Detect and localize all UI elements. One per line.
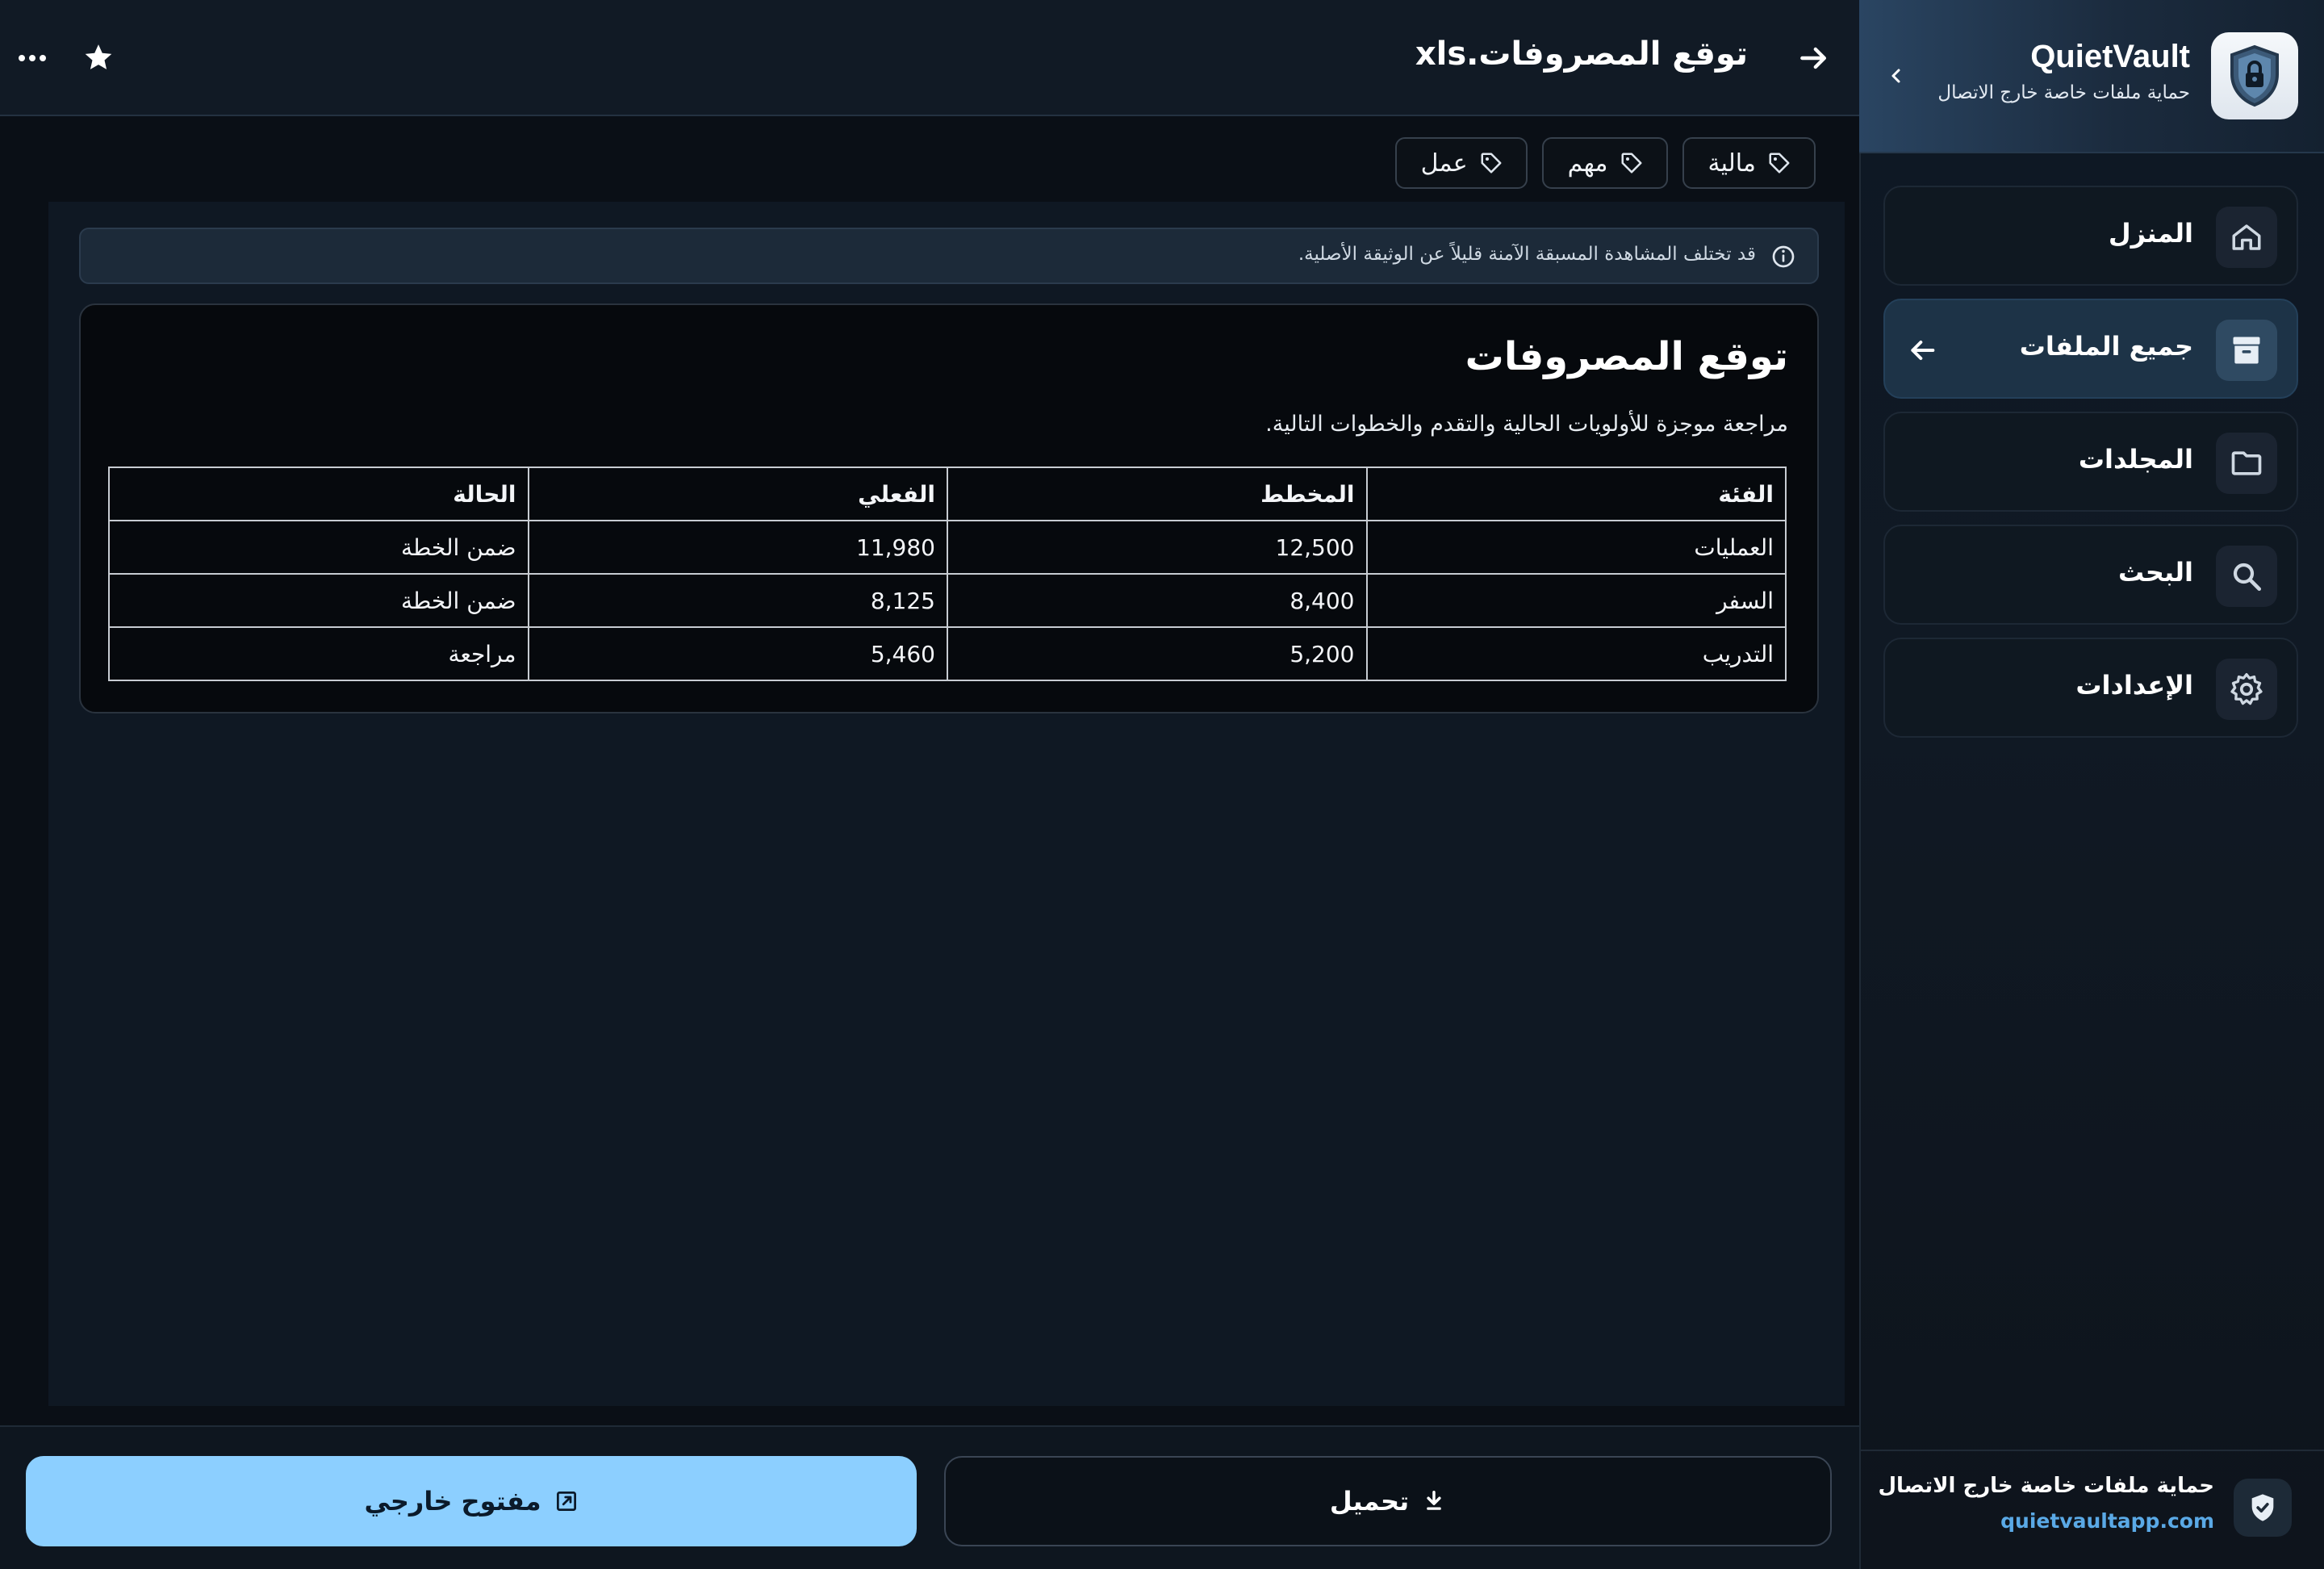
website-link[interactable]: quietvaultapp.com [2000,1509,2214,1533]
arrow-left-icon [1911,341,1935,360]
nav-icon-box [2216,207,2277,268]
table-cell: 8,125 [527,573,948,628]
sidebar-item-folders[interactable]: المجلدات [1883,412,2298,512]
document-subtitle: مراجعة موجزة للأولويات الحالية والتقدم و… [1265,412,1788,437]
download-label: تحميل [1329,1486,1410,1517]
brand-header: QuietVault حماية ملفات خاصة خارج الاتصال [1859,0,2324,153]
app-logo [2211,32,2298,119]
table-cell: 5,460 [527,626,948,681]
tag-icon [1481,153,1502,174]
sidebar-item-label: البحث [2118,557,2193,588]
nav-icon-box [2216,320,2277,381]
tag-label: مالية [1707,149,1757,178]
open-external-button[interactable]: مفتوح خارجي [26,1456,917,1546]
column-header: المخطط [947,467,1368,521]
sidebar-item-label: جميع الملفات [2019,331,2193,362]
archive-icon [2233,337,2260,364]
back-arrow-icon[interactable] [1796,40,1832,76]
document-card: توقع المصروفات مراجعة موجزة للأولويات ال… [79,303,1819,713]
footer-tagline: حماية ملفات خاصة خارج الاتصال [1878,1474,2214,1498]
footer-badge [2234,1479,2292,1537]
sidebar-item-label: الإعدادات [2075,670,2193,701]
gear-icon [2230,673,2263,705]
sidebar-item-home[interactable]: المنزل [1883,186,2298,286]
app-tagline: حماية ملفات خاصة خارج الاتصال [1937,82,2190,103]
column-header: الحالة [108,467,529,521]
table-row: العمليات 12,500 11,980 ضمن الخطة [108,520,1787,575]
nav-icon-box [2216,546,2277,607]
sidebar-footer: حماية ملفات خاصة خارج الاتصال quietvault… [1859,1450,2324,1569]
folder-icon [2231,451,2262,475]
nav-icon-box [2216,433,2277,494]
chevron-left-icon [1891,69,1900,83]
action-bar: تحميل مفتوح خارجي [0,1425,1859,1569]
top-bar: توقع المصروفات.xls [0,0,1859,116]
tag-icon [1621,153,1641,174]
expense-table: الفئة المخطط الفعلي الحالة العمليات 12,5… [108,467,1787,681]
tag-important[interactable]: مهم [1541,137,1668,189]
open-external-label: مفتوح خارجي [364,1486,541,1517]
table-cell: السفر [1365,573,1787,628]
download-button[interactable]: تحميل [944,1456,1832,1546]
tag-work[interactable]: عمل [1394,137,1528,189]
column-header: الفعلي [527,467,948,521]
column-header: الفئة [1365,467,1787,521]
nav-icon-box [2216,659,2277,720]
document-preview: قد تختلف المشاهدة المسبقة الآمنة قليلاً … [48,202,1845,1406]
file-title: توقع المصروفات.xls [1415,36,1748,73]
tag-label: مهم [1567,149,1608,178]
app-name: QuietVault [2030,39,2190,74]
table-cell: التدريب [1365,626,1787,681]
table-cell: 12,500 [947,520,1368,575]
table-cell: 8,400 [947,573,1368,628]
tag-icon [1769,153,1790,174]
tag-finance[interactable]: مالية [1682,137,1816,189]
document-title: توقع المصروفات [1465,334,1788,379]
shield-lock-icon [2230,44,2279,107]
table-cell: 5,200 [947,626,1368,681]
sidebar: QuietVault حماية ملفات خاصة خارج الاتصال… [1859,0,2324,1569]
download-icon [1427,1491,1441,1510]
table-cell: 11,980 [527,520,948,575]
table-cell: مراجعة [108,626,529,681]
shield-check-icon [2251,1494,2274,1521]
sidebar-item-search[interactable]: البحث [1883,525,2298,625]
info-icon [1772,245,1795,268]
sidebar-nav: المنزل جميع الملفات المجلدات البحث الإعد… [1883,186,2298,751]
open-external-icon [556,1492,576,1511]
table-cell: ضمن الخطة [108,520,529,575]
table-row: التدريب 5,200 5,460 مراجعة [108,626,1787,681]
tag-label: عمل [1420,149,1468,178]
sidebar-item-all-files[interactable]: جميع الملفات [1883,299,2298,399]
table-cell: العمليات [1365,520,1787,575]
home-icon [2232,224,2261,250]
preview-notice: قد تختلف المشاهدة المسبقة الآمنة قليلاً … [79,228,1819,284]
sidebar-item-settings[interactable]: الإعدادات [1883,638,2298,738]
search-icon [2233,563,2262,592]
star-icon[interactable] [81,40,116,76]
table-row: السفر 8,400 8,125 ضمن الخطة [108,573,1787,628]
more-options-button[interactable] [16,45,48,71]
collapse-sidebar-button[interactable] [1880,60,1912,92]
more-dots-icon [19,55,46,61]
table-cell: ضمن الخطة [108,573,529,628]
tag-list: مالية مهم عمل [1394,137,1816,189]
notice-text: قد تختلف المشاهدة المسبقة الآمنة قليلاً … [1298,244,1756,265]
sidebar-item-label: المنزل [2108,218,2193,249]
sidebar-item-label: المجلدات [2078,444,2193,475]
table-header-row: الفئة المخطط الفعلي الحالة [108,467,1787,521]
